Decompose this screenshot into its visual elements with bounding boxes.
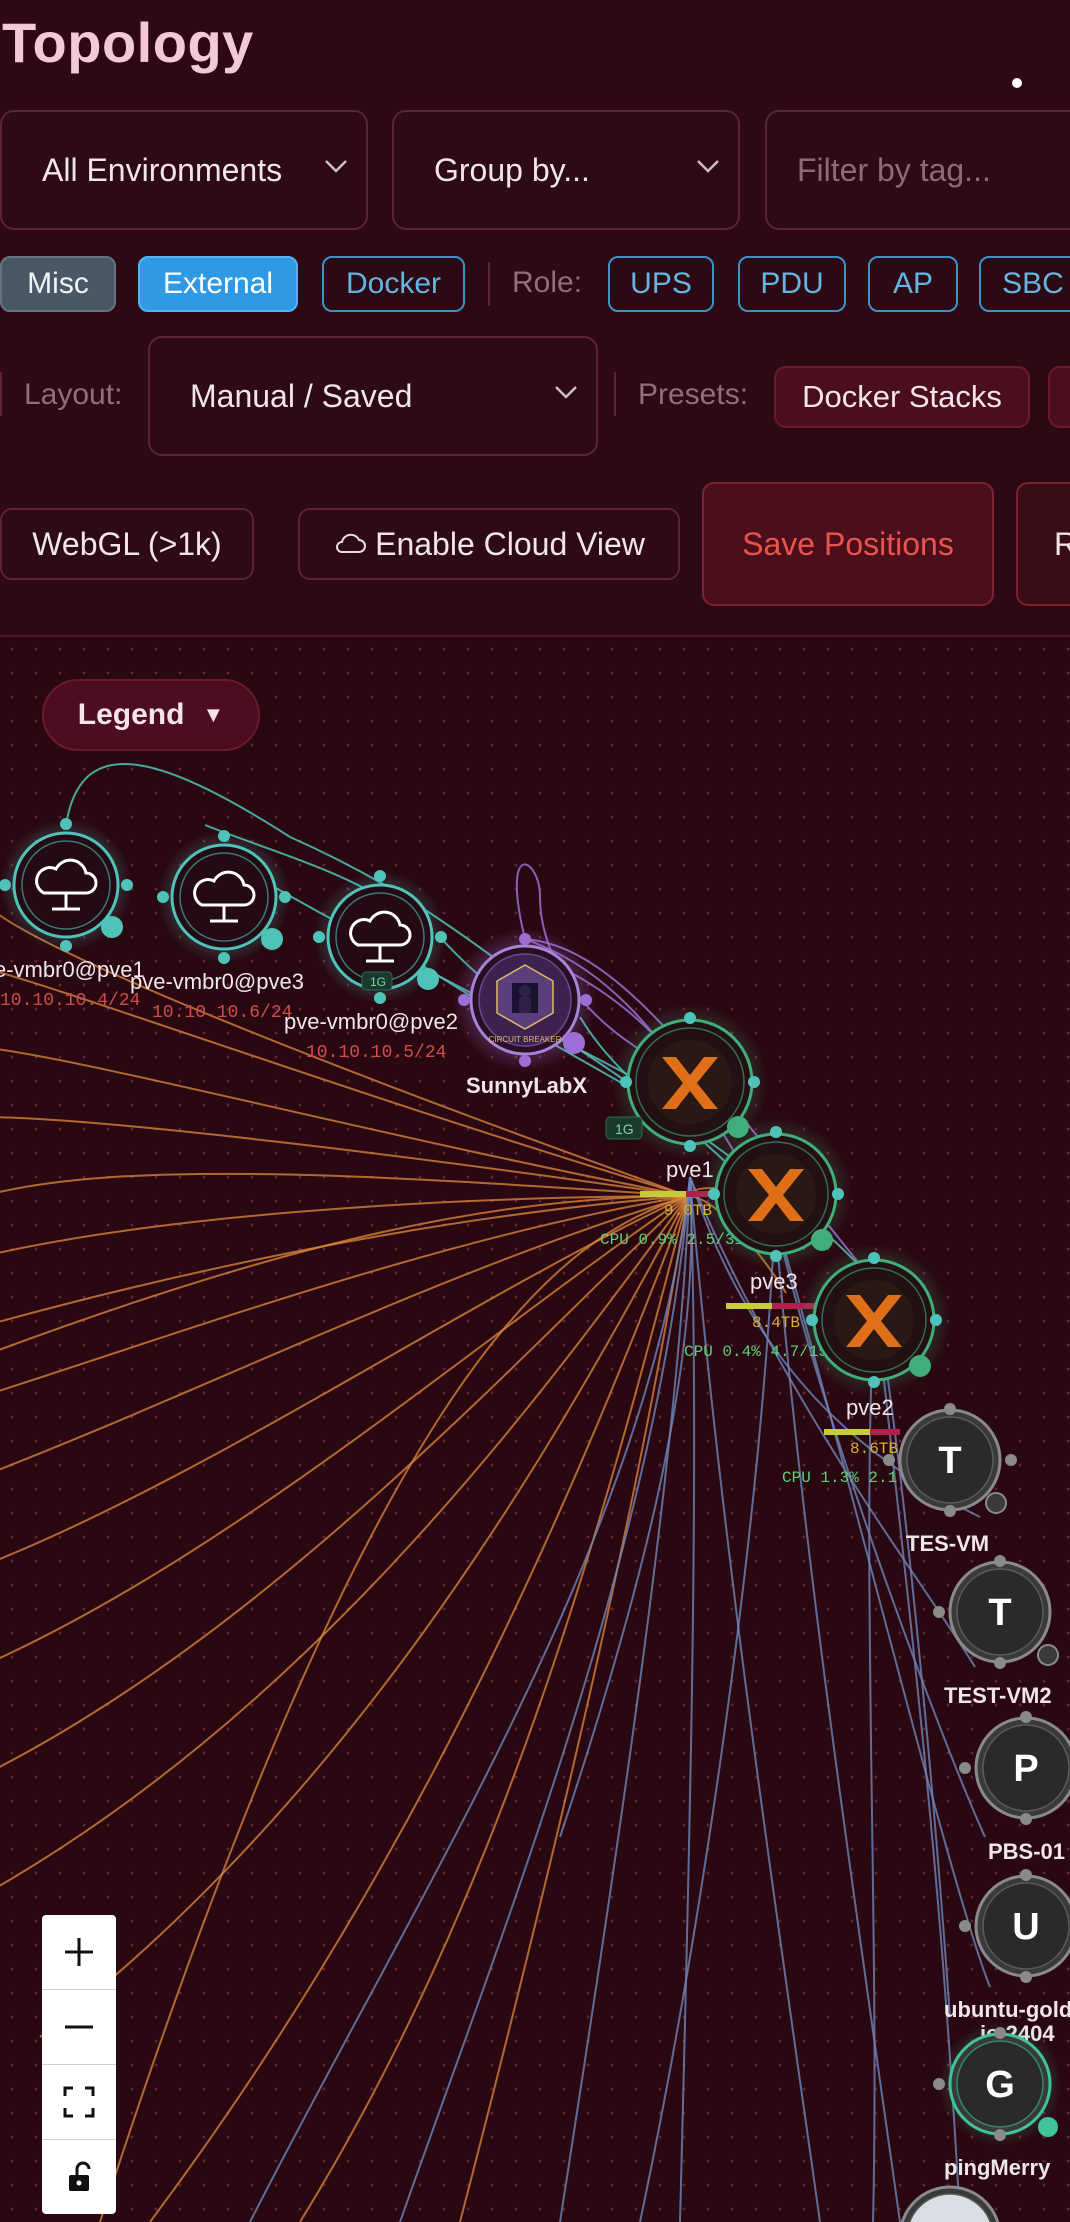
chip-role-ap[interactable]: AP — [868, 256, 958, 312]
zoom-in-button[interactable] — [42, 1915, 116, 1990]
bridge-pve2-badge: 1G — [370, 975, 386, 989]
group-by-value: Group by... — [434, 151, 590, 188]
pve1-bar — [640, 1191, 686, 1197]
save-positions-button[interactable]: Save Positions — [702, 482, 994, 606]
chip-role-sbc[interactable]: SBC — [979, 256, 1070, 312]
sunnylab-name: SunnyLabX — [466, 1073, 587, 1098]
test-vm2-name: TEST-VM2 — [944, 1683, 1052, 1708]
node-pve2[interactable] — [798, 1244, 950, 1396]
status-dot — [1012, 78, 1022, 88]
node-test-vm2[interactable]: T — [933, 1555, 1059, 1669]
divider — [488, 262, 490, 306]
divider — [0, 372, 2, 416]
node-bridge-pve1[interactable] — [0, 818, 133, 952]
page-title: Topology — [2, 11, 254, 74]
node-pve3[interactable] — [700, 1118, 852, 1270]
cloud-view-label: Enable Cloud View — [375, 525, 645, 562]
layout-select[interactable]: Manual / Saved — [148, 336, 598, 456]
node-pingmerry[interactable]: G — [933, 2022, 1062, 2146]
pingmerry-name: pingMerry — [944, 2155, 1051, 2180]
node-sunnylabx[interactable]: CIRCUIT BREAKER — [453, 928, 597, 1072]
bridge-pve3-name: pve-vmbr0@pve3 — [130, 969, 304, 994]
environment-select[interactable]: All Environments — [0, 110, 368, 230]
group-by-select[interactable]: Group by... — [392, 110, 740, 230]
chip-docker[interactable]: Docker — [322, 256, 465, 312]
chevron-down-icon — [325, 160, 347, 173]
chip-role-pdu[interactable]: PDU — [738, 256, 846, 312]
pve2-bar — [824, 1429, 870, 1435]
chip-external[interactable]: External — [138, 256, 298, 312]
layout-value: Manual / Saved — [190, 377, 413, 414]
layout-label: Layout: — [24, 378, 123, 411]
unlock-icon — [69, 2161, 91, 2191]
pve2-bar-2 — [870, 1429, 900, 1435]
topology-graph: e-vmbr0@pve1 10.10.10.4/24 pve-vmbr0@pve… — [0, 763, 1070, 2222]
pve1-badge: 1G — [615, 1121, 634, 1137]
environment-value: All Environments — [42, 151, 283, 188]
cloud-view-button[interactable]: Enable Cloud View — [298, 508, 680, 580]
sunnylab-sublabel: CIRCUIT BREAKER — [489, 1035, 562, 1044]
node-pbs01[interactable]: P — [959, 1711, 1070, 1825]
zoom-controls — [42, 1915, 116, 2214]
tes-vm-letter: T — [938, 1440, 961, 1482]
bridge-pve2-ip: 10.10.10.5/24 — [306, 1043, 446, 1063]
tag-filter-placeholder: Filter by tag... — [797, 151, 991, 188]
preset-next[interactable] — [1048, 366, 1070, 428]
pve3-name: pve3 — [750, 1269, 798, 1294]
presets-label: Presets: — [638, 378, 749, 411]
chip-role-ups[interactable]: UPS — [608, 256, 714, 312]
ubuntu-letter: U — [1012, 1906, 1039, 1948]
fit-view-icon — [63, 2086, 95, 2118]
node-partial-bottom[interactable] — [900, 2185, 1000, 2222]
pbs01-letter: P — [1013, 1748, 1038, 1790]
pbs01-name: PBS-01 — [988, 1839, 1065, 1864]
tag-filter-input[interactable]: Filter by tag... — [765, 110, 1070, 230]
legend-button[interactable]: Legend ▼ — [42, 679, 260, 751]
chevron-down-icon — [697, 160, 719, 173]
pve2-stats: CPU 1.3% 2.1 — [782, 1469, 897, 1487]
test-vm2-letter: T — [988, 1592, 1011, 1634]
legend-label: Legend — [77, 698, 185, 731]
lock-button[interactable] — [42, 2140, 116, 2214]
pve3-bar — [726, 1303, 772, 1309]
pve3-storage: 8.4TB — [752, 1314, 800, 1332]
toolbar: Topology All Environments Group by... Fi… — [0, 0, 1070, 636]
pingmerry-letter: G — [985, 2064, 1015, 2106]
chevron-down-icon — [555, 386, 577, 399]
bridge-pve1-name: e-vmbr0@pve1 — [0, 957, 145, 982]
cloud-icon — [336, 533, 367, 553]
pve2-name: pve2 — [846, 1395, 894, 1420]
bridge-pve3-ip: 10.10.10.6/24 — [152, 1003, 292, 1023]
fit-view-button[interactable] — [42, 2065, 116, 2140]
minus-icon — [65, 2025, 93, 2029]
node-bridge-pve2[interactable]: 1G — [313, 870, 447, 1004]
bridge-pve2-name: pve-vmbr0@pve2 — [284, 1009, 458, 1034]
divider — [614, 372, 616, 416]
legend-arrow-icon: ▼ — [202, 702, 225, 727]
ubuntu-name: ubuntu-gold — [944, 1997, 1070, 2022]
tes-vm-name: TES-VM — [906, 1531, 989, 1556]
bridge-pve1-ip: 10.10.10.4/24 — [0, 991, 140, 1011]
reset-button[interactable]: R — [1016, 482, 1070, 606]
node-ubuntu-golden[interactable]: U — [959, 1869, 1070, 1983]
topology-canvas[interactable]: e-vmbr0@pve1 10.10.10.4/24 pve-vmbr0@pve… — [0, 637, 1070, 2222]
chip-misc[interactable]: Misc — [0, 256, 116, 312]
webgl-button[interactable]: WebGL (>1k) — [0, 508, 254, 580]
role-label: Role: — [512, 266, 583, 299]
preset-docker-stacks[interactable]: Docker Stacks — [774, 366, 1030, 428]
zoom-out-button[interactable] — [42, 1990, 116, 2065]
plus-icon — [65, 1938, 93, 1966]
